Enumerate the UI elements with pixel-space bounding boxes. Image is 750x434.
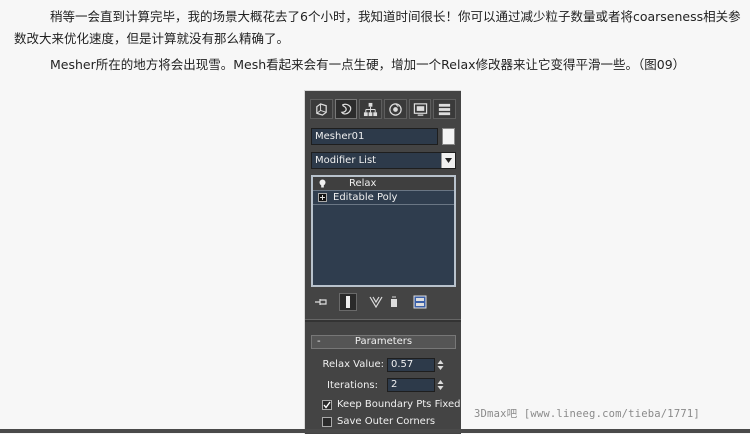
iterations-spinner[interactable] [436,378,445,392]
tab-modify[interactable] [334,99,358,119]
iterations-input[interactable]: 2 [387,378,435,392]
checkmark-icon [323,401,331,409]
save-outer-corners-checkbox[interactable] [322,417,332,427]
parameters-rollout-header[interactable]: - Parameters [311,335,456,349]
modifier-stack: Relax Editable Poly [311,175,456,287]
utilities-icon [439,103,451,115]
stack-item-label: Relax [349,178,377,189]
stack-item-relax[interactable]: Relax [313,177,454,191]
trash-icon [391,296,397,307]
spinner-arrows-icon [437,380,444,390]
create-icon [316,102,327,116]
tab-utilities[interactable] [433,99,457,119]
keep-boundary-checkbox[interactable] [322,400,332,410]
object-name-input[interactable]: Mesher01 [311,128,438,145]
bottom-bar [0,429,750,433]
iterations-label: Iterations: [327,380,378,391]
watermark: 3Dmax吧 [www.lineeg.com/tieba/1771] [474,408,700,420]
hierarchy-icon [364,102,378,116]
end-result-icon [346,296,350,308]
object-color-swatch[interactable] [442,128,455,145]
spinner-arrows-icon [437,360,444,370]
tab-create[interactable] [310,99,333,119]
command-panel: Mesher01 Modifier List Relax Editable Po… [304,90,461,434]
modify-icon [340,103,351,115]
remove-modifier-button[interactable] [385,293,403,311]
modifier-list-dropdown[interactable]: Modifier List [311,152,456,169]
tab-display[interactable] [408,99,432,119]
make-unique-button[interactable] [367,293,385,311]
motion-icon [389,102,402,116]
save-outer-corners-label: Save Outer Corners [337,416,436,427]
stack-toolbar [313,293,453,311]
display-icon [413,102,427,116]
article-paragraph-2: Mesher所在的地方将会出现雪。Mesh看起来会有一点生硬，增加一个Relax… [50,57,686,72]
relax-value-input[interactable]: 0.57 [387,358,435,372]
modifier-list-label: Modifier List [315,155,377,166]
rollout-title: Parameters [354,336,413,347]
make-unique-icon [369,296,383,308]
tab-motion[interactable] [384,99,407,119]
relax-value-label: Relax Value: [322,359,384,370]
configure-sets-button[interactable] [411,293,429,311]
stack-item-editable-poly[interactable]: Editable Poly [313,191,454,205]
tab-hierarchy[interactable] [359,99,383,119]
pin-icon [315,299,327,305]
show-end-result-button[interactable] [339,293,357,311]
bulb-icon[interactable] [318,179,327,188]
keep-boundary-label: Keep Boundary Pts Fixed [337,399,461,410]
pin-stack-button[interactable] [313,293,331,311]
configure-icon [413,295,427,309]
stack-item-label: Editable Poly [333,192,398,203]
relax-value-spinner[interactable] [436,358,445,372]
rollout-toggle[interactable]: - [317,336,321,348]
panel-divider [305,319,461,322]
plus-icon[interactable] [318,193,327,202]
command-panel-tabs [310,99,457,119]
article-paragraph-1: 稍等一会直到计算完毕，我的场景大概花去了6个小时，我知道时间很长！你可以通过减少… [14,9,741,46]
chevron-down-icon[interactable] [441,153,455,168]
